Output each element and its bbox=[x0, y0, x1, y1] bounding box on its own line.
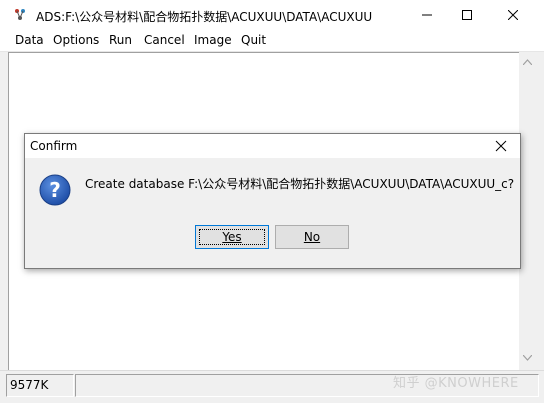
dialog-message: Create database F:\公众号材料\配合物拓扑数据\ACUXUU\… bbox=[85, 177, 515, 191]
menu-image[interactable]: Image bbox=[194, 33, 232, 47]
maximize-icon bbox=[462, 10, 472, 20]
scroll-up-icon[interactable] bbox=[523, 59, 532, 65]
confirm-dialog: Confirm ? Create database F:\公众号材料\配合物拓扑… bbox=[24, 133, 521, 269]
close-icon[interactable] bbox=[493, 138, 509, 154]
menu-cancel[interactable]: Cancel bbox=[144, 33, 185, 47]
window-title: ADS:F:\公众号材料\配合物拓扑数据\ACUXUU\DATA\ACUXUU bbox=[36, 10, 373, 24]
status-memory-text: 9577K bbox=[10, 378, 49, 392]
app-icon bbox=[15, 9, 25, 20]
menu-bar: Data Options Run Cancel Image Quit bbox=[0, 30, 544, 52]
menu-run[interactable]: Run bbox=[109, 33, 132, 47]
menu-quit[interactable]: Quit bbox=[241, 33, 266, 47]
menu-options[interactable]: Options bbox=[53, 33, 99, 47]
menu-data[interactable]: Data bbox=[15, 33, 44, 47]
scroll-down-icon[interactable] bbox=[523, 355, 532, 361]
app-window: ADS:F:\公众号材料\配合物拓扑数据\ACUXUU\DATA\ACUXUU … bbox=[0, 0, 544, 403]
dialog-title: Confirm bbox=[30, 139, 78, 153]
minimize-icon bbox=[422, 14, 432, 16]
svg-text:?: ? bbox=[49, 178, 61, 202]
title-bar[interactable]: ADS:F:\公众号材料\配合物拓扑数据\ACUXUU\DATA\ACUXUU bbox=[0, 0, 544, 30]
yes-button[interactable]: Yes bbox=[195, 225, 269, 249]
watermark: 知乎 @KNOWHERE bbox=[393, 376, 519, 391]
maximize-button[interactable] bbox=[444, 0, 490, 30]
status-memory: 9577K bbox=[6, 374, 74, 397]
vertical-scrollbar[interactable] bbox=[519, 52, 536, 370]
close-icon bbox=[508, 10, 518, 20]
question-icon: ? bbox=[39, 174, 71, 206]
dialog-title-bar[interactable]: Confirm bbox=[25, 134, 520, 158]
close-button[interactable] bbox=[490, 0, 536, 30]
no-label: No bbox=[303, 230, 321, 244]
no-button[interactable]: No bbox=[275, 225, 349, 249]
yes-label: Yes bbox=[222, 230, 242, 244]
